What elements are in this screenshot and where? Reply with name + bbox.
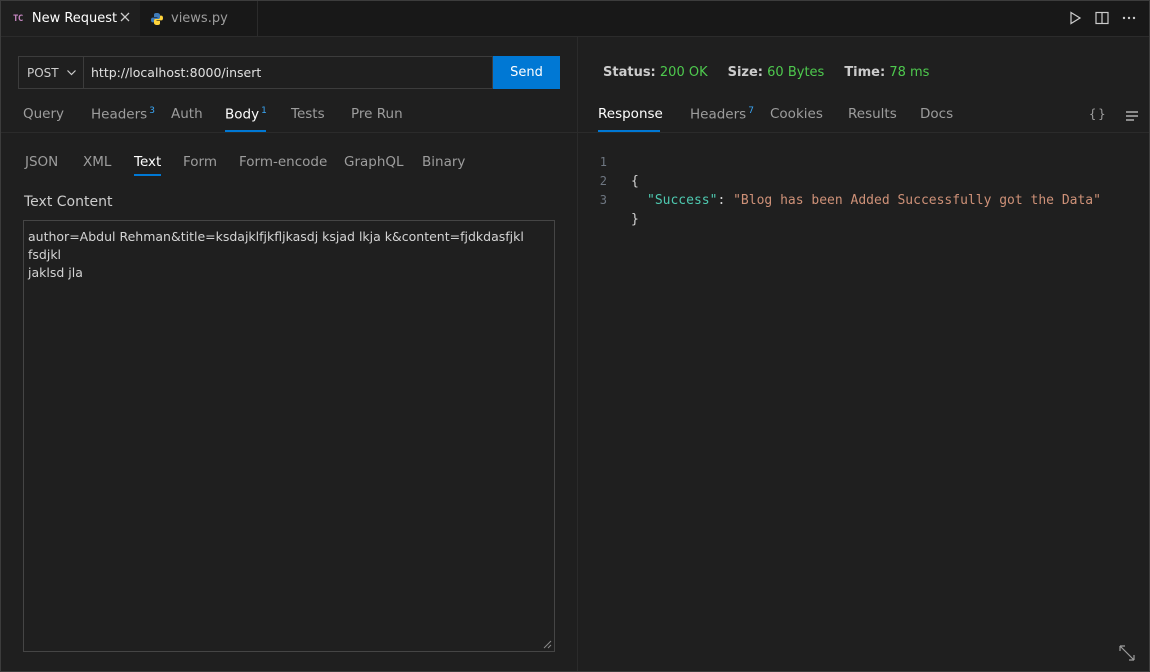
json-colon: : — [717, 193, 734, 208]
tab-response-headers[interactable]: Headers 7 — [690, 106, 754, 132]
status-value: 200 OK — [659, 65, 708, 80]
time-value: 78 ms — [889, 65, 930, 80]
text-content-line: jaklsd jla — [28, 265, 83, 280]
editor-tab-bar: TC New Request views.py — [1, 1, 1149, 37]
tab-form-encode[interactable]: Form-encode — [239, 154, 327, 176]
close-icon[interactable] — [118, 10, 132, 24]
tab-label: Tests — [291, 106, 325, 122]
chevron-down-icon — [67, 70, 76, 76]
tab-docs[interactable]: Docs — [920, 106, 953, 132]
status-info: Status: 200 OK — [603, 65, 708, 80]
tab-headers[interactable]: Headers 3 — [91, 106, 155, 132]
send-button[interactable]: Send — [493, 56, 560, 89]
tab-form[interactable]: Form — [183, 154, 217, 176]
tab-views-py[interactable]: views.py — [140, 1, 258, 36]
tab-label: Body — [225, 106, 260, 123]
tab-json[interactable]: JSON — [25, 154, 58, 176]
expand-icon[interactable] — [1118, 644, 1136, 662]
size-label: Size: — [727, 65, 764, 80]
tab-binary[interactable]: Binary — [422, 154, 465, 176]
time-label: Time: — [844, 65, 886, 80]
json-value: "Blog has been Added Successfully got th… — [733, 193, 1101, 208]
response-headers-count-badge: 7 — [748, 106, 754, 116]
request-tabs: Query Headers 3 Auth Body 1 Tests Pre Run — [1, 101, 577, 133]
tab-label: New Request — [31, 11, 118, 26]
json-key: "Success" — [647, 193, 718, 208]
code-line: 2 "Success": "Blog has been Added Succes… — [591, 153, 1101, 208]
tab-new-request[interactable]: TC New Request — [1, 1, 140, 36]
status-label: Status: — [603, 65, 656, 80]
tab-cookies[interactable]: Cookies — [770, 106, 823, 132]
app-window: TC New Request views.py POST http://loca… — [0, 0, 1150, 672]
response-body-viewer: 1 { 2 "Success": "Blog has been Added Su… — [591, 134, 1101, 227]
tab-label: Query — [23, 106, 65, 122]
tab-auth[interactable]: Auth — [171, 106, 203, 132]
close-brace: } — [631, 212, 639, 227]
tab-body[interactable]: Body 1 — [225, 106, 267, 132]
body-count-badge: 1 — [261, 106, 267, 116]
tab-pre-run[interactable]: Pre Run — [351, 106, 403, 132]
url-input[interactable]: http://localhost:8000/insert — [91, 57, 261, 88]
python-icon — [151, 12, 163, 25]
tab-label: Headers — [91, 106, 148, 123]
tab-label: views.py — [171, 11, 228, 26]
thunder-client-icon: TC — [13, 13, 23, 24]
more-actions-icon[interactable] — [1121, 10, 1137, 26]
split-editor-icon[interactable] — [1094, 10, 1110, 26]
tab-response[interactable]: Response — [598, 106, 663, 132]
tab-query[interactable]: Query — [23, 106, 64, 132]
code-line: 1 { — [591, 134, 639, 189]
format-json-icon[interactable]: {} — [1089, 107, 1107, 121]
text-content-label: Text Content — [24, 194, 113, 210]
method-select[interactable]: POST — [19, 57, 84, 88]
time-info: Time: 78 ms — [844, 65, 929, 80]
method-value: POST — [27, 65, 59, 80]
tab-text[interactable]: Text — [134, 154, 162, 176]
request-bar: POST http://localhost:8000/insert — [18, 56, 493, 89]
tab-results[interactable]: Results — [848, 106, 897, 132]
text-content-line: author=Abdul Rehman&title=ksdajklfjkfljk… — [28, 229, 524, 262]
body-type-tabs: JSON XML Text Form Form-encode GraphQL B… — [1, 149, 577, 177]
response-tabs: Response Headers 7 Cookies Results Docs {… — [578, 101, 1149, 133]
size-value: 60 Bytes — [767, 65, 825, 80]
line-number: 3 — [599, 193, 607, 207]
headers-count-badge: 3 — [149, 106, 155, 116]
wrap-lines-icon[interactable] — [1125, 110, 1139, 122]
tab-label: Auth — [171, 106, 203, 122]
tab-label: Headers — [690, 106, 747, 123]
tab-label: Pre Run — [351, 106, 403, 122]
text-content-textarea[interactable]: author=Abdul Rehman&title=ksdajklfjkfljk… — [23, 220, 555, 652]
resize-handle-icon[interactable] — [543, 640, 552, 649]
json-entry: "Success": "Blog has been Added Successf… — [647, 191, 1101, 210]
code-line: 3 } — [591, 172, 639, 227]
tab-tests[interactable]: Tests — [291, 106, 325, 132]
run-icon[interactable] — [1067, 10, 1083, 26]
response-status-row: Status: 200 OK Size: 60 Bytes Time: 78 m… — [603, 65, 949, 80]
size-info: Size: 60 Bytes — [728, 65, 825, 80]
tab-xml[interactable]: XML — [83, 154, 111, 176]
tab-graphql[interactable]: GraphQL — [344, 154, 404, 176]
